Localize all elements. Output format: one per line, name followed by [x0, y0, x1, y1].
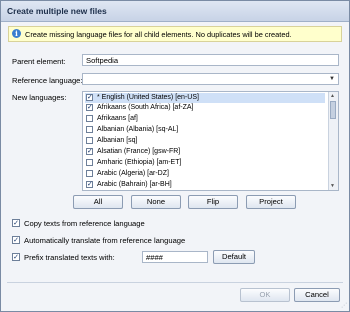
scroll-down-icon[interactable]: ▼ [330, 183, 335, 189]
checkbox[interactable] [86, 159, 93, 166]
default-button[interactable]: Default [213, 250, 255, 264]
prefix-checkbox[interactable]: ✓ [12, 253, 20, 261]
prefix-label: Prefix translated texts with: [24, 253, 115, 262]
copy-texts-checkbox[interactable]: ✓ [12, 219, 20, 227]
info-icon: i [12, 29, 21, 38]
list-item[interactable]: ✓ Afrikaans (South Africa) [af-ZA] [85, 103, 325, 113]
parent-element-field[interactable]: Softpedia [82, 54, 339, 66]
list-item[interactable]: ✓ Arabic (Bahrain) [ar-BH] [85, 180, 325, 190]
scrollbar-thumb[interactable] [330, 101, 336, 119]
reference-language-label: Reference language: [12, 76, 83, 85]
check-icon[interactable]: ✓ [86, 181, 93, 188]
list-item[interactable]: Arabic (Algeria) [ar-DZ] [85, 169, 325, 179]
title-bar[interactable]: Create multiple new files [1, 1, 349, 22]
copy-texts-label: Copy texts from reference language [24, 219, 145, 228]
checkbox[interactable] [86, 137, 93, 144]
list-item[interactable]: Albanian [sq] [85, 136, 325, 146]
footer-divider [7, 282, 343, 283]
info-banner: i Create missing language files for all … [8, 26, 342, 42]
reference-language-select[interactable]: ▼ [82, 73, 339, 85]
check-icon[interactable]: ✓ [86, 94, 93, 101]
window-title: Create multiple new files [7, 6, 107, 16]
prefix-value: #### [146, 253, 163, 262]
project-button[interactable]: Project [246, 195, 296, 209]
list-item[interactable]: Afrikaans [af] [85, 114, 325, 124]
none-button[interactable]: None [131, 195, 181, 209]
checkbox[interactable] [86, 115, 93, 122]
list-item[interactable]: Albanian (Albania) [sq-AL] [85, 125, 325, 135]
scroll-up-icon[interactable]: ▲ [330, 93, 335, 99]
resize-grip-icon[interactable]: ⋰ [341, 302, 347, 309]
checkbox[interactable] [86, 170, 93, 177]
list-item[interactable]: ✓ Alsatian (France) [gsw-FR] [85, 147, 325, 157]
list-item[interactable]: Amharic (Ethiopia) [am-ET] [85, 158, 325, 168]
dialog-window: Create multiple new files i Create missi… [0, 0, 350, 312]
chevron-down-icon[interactable]: ▼ [329, 76, 335, 82]
auto-translate-label: Automatically translate from reference l… [24, 236, 186, 245]
new-languages-label: New languages: [12, 93, 67, 102]
list-scrollbar[interactable]: ▲ ▼ [328, 92, 338, 190]
list-item[interactable]: ✓ * English (United States) [en-US] [85, 93, 325, 103]
check-icon[interactable]: ✓ [86, 148, 93, 155]
cancel-button[interactable]: Cancel [294, 288, 340, 302]
parent-element-value: Softpedia [86, 56, 119, 65]
info-text: Create missing language files for all ch… [25, 30, 292, 39]
all-button[interactable]: All [73, 195, 123, 209]
check-icon[interactable]: ✓ [86, 104, 93, 111]
new-languages-list[interactable]: ✓ * English (United States) [en-US] ✓ Af… [82, 91, 339, 191]
prefix-input[interactable]: #### [142, 251, 208, 263]
checkbox[interactable] [86, 126, 93, 133]
ok-button[interactable]: OK [240, 288, 290, 302]
parent-element-label: Parent element: [12, 57, 66, 66]
auto-translate-checkbox[interactable]: ✓ [12, 236, 20, 244]
flip-button[interactable]: Flip [188, 195, 238, 209]
